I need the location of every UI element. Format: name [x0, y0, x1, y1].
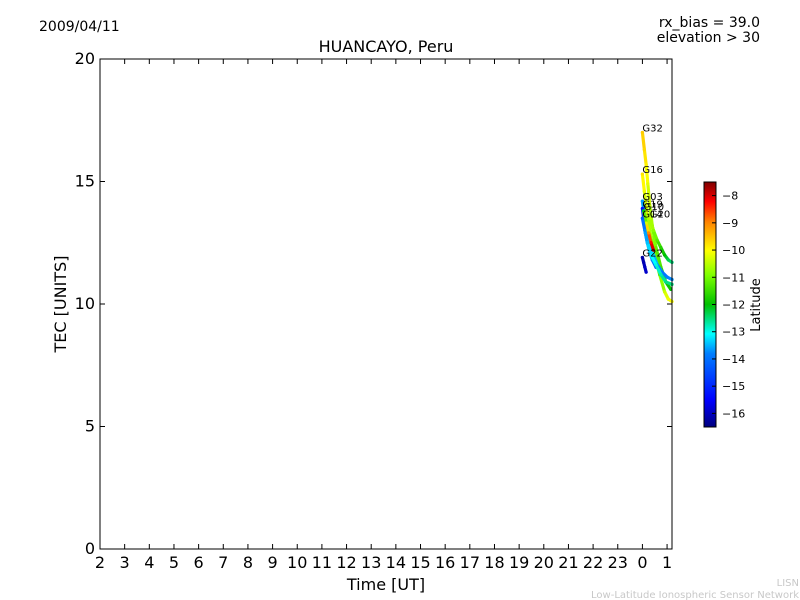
x-tick-label: 22 — [583, 553, 603, 572]
data-point — [643, 265, 647, 269]
x-tick-label: 12 — [336, 553, 356, 572]
x-tick-label: 23 — [608, 553, 628, 572]
x-tick-label: 20 — [534, 553, 554, 572]
data-point — [655, 238, 659, 242]
x-tick-label: 4 — [144, 553, 154, 572]
rx-bias-label: rx_bias = 39.0 — [659, 15, 760, 31]
tec-chart: 2009/04/11 rx_bias = 39.0 elevation > 30… — [39, 15, 799, 600]
y-axis-ticks: 0 5 10 15 20 — [75, 49, 672, 558]
x-tick-label: 0 — [637, 553, 647, 572]
colorbar-tick-label: −13 — [722, 326, 745, 339]
x-tick-label: 13 — [361, 553, 381, 572]
y-tick-label: 20 — [75, 49, 95, 68]
y-tick-label: 5 — [85, 417, 95, 436]
plot-frame — [99, 58, 673, 550]
colorbar-ticks: −16 −15 −14 −13 −12 −11 −10 −9 −8 — [712, 190, 745, 420]
x-tick-label: 19 — [509, 553, 529, 572]
data-point — [666, 258, 670, 262]
x-tick-label: 6 — [194, 553, 204, 572]
data-point — [651, 228, 656, 233]
satellite-label: G32 — [642, 124, 662, 135]
data-point — [663, 253, 667, 257]
data-point — [654, 263, 658, 267]
data-point — [642, 148, 646, 152]
data-point — [645, 241, 649, 245]
x-tick-label: 14 — [386, 553, 406, 572]
x-axis-ticks: 2 3 4 5 6 7 8 9 10 11 12 13 14 15 16 17 18 19 20 21 22 23 0 1 — [95, 59, 672, 572]
x-tick-label: 11 — [312, 553, 332, 572]
data-point — [646, 182, 650, 186]
date-label: 2009/04/11 — [39, 19, 120, 35]
data-point — [665, 275, 669, 279]
colorbar-tick-label: −8 — [722, 190, 738, 203]
footer-network: Low-Latitude Ionospheric Sensor Network — [591, 590, 799, 600]
x-tick-label: 1 — [662, 553, 672, 572]
x-tick-label: 21 — [558, 553, 578, 572]
y-tick-label: 15 — [75, 172, 95, 191]
colorbar-tick-label: −15 — [722, 380, 745, 393]
x-tick-label: 10 — [287, 553, 307, 572]
data-point — [649, 241, 653, 245]
x-tick-label: 9 — [267, 553, 277, 572]
data-point — [666, 297, 670, 301]
x-tick-label: 2 — [95, 553, 105, 572]
elevation-label: elevation > 30 — [657, 30, 760, 46]
colorbar-tick-label: −11 — [722, 271, 745, 284]
trace-segment — [640, 172, 646, 193]
x-tick-label: 5 — [169, 553, 179, 572]
data-point — [646, 231, 651, 235]
satellite-label: G16 — [642, 165, 662, 176]
trace-segment — [640, 130, 646, 152]
chart-title: HUANCAYO, Peru — [319, 37, 454, 56]
footer-brand: LISN — [777, 578, 799, 589]
y-axis-label: TEC [UNITS] — [51, 256, 70, 354]
satellite-label: G20 — [650, 209, 670, 220]
colorbar-tick-label: −12 — [722, 299, 745, 312]
x-axis-label: Time [UT] — [346, 575, 425, 594]
x-tick-label: 17 — [460, 553, 480, 572]
colorbar-label: Latitude — [749, 278, 764, 332]
data-point — [644, 270, 648, 274]
satellite-label: G22 — [642, 248, 662, 259]
y-tick-label: 10 — [75, 294, 95, 313]
colorbar-tick-label: −14 — [722, 353, 745, 366]
x-tick-label: 15 — [410, 553, 430, 572]
x-tick-label: 3 — [120, 553, 130, 572]
trace-segment — [642, 148, 648, 166]
x-tick-label: 18 — [484, 553, 504, 572]
x-tick-label: 7 — [218, 553, 228, 572]
data-point — [643, 228, 647, 233]
colorbar-tick-label: −10 — [722, 244, 745, 257]
colorbar-tick-label: −9 — [722, 217, 738, 230]
x-tick-label: 8 — [243, 553, 253, 572]
colorbar-tick-label: −16 — [722, 407, 745, 420]
data-point — [663, 290, 667, 294]
data-point — [659, 273, 663, 277]
data-point — [642, 260, 646, 264]
data-point — [664, 280, 668, 284]
x-tick-label: 16 — [435, 553, 455, 572]
y-tick-label: 0 — [85, 539, 95, 558]
